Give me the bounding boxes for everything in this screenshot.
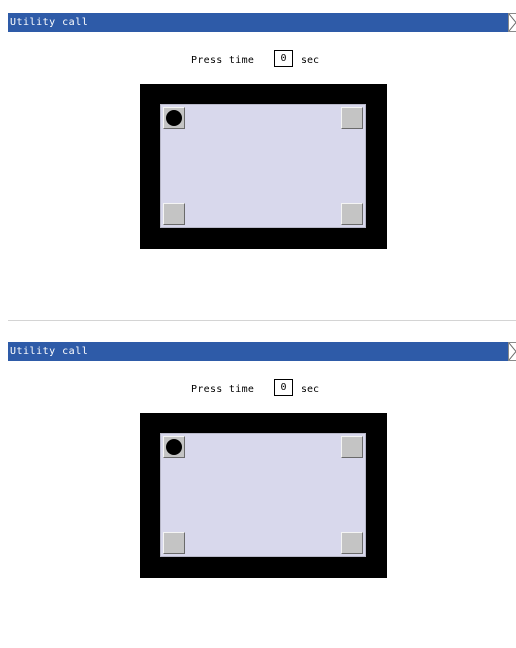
title-bar: Utility call xyxy=(8,13,508,32)
window-title: Utility call xyxy=(10,17,89,28)
touch-panel-screen xyxy=(160,104,366,228)
close-x-icon xyxy=(509,14,516,31)
press-time-unit: sec xyxy=(301,55,320,66)
touch-panel-screen xyxy=(160,433,366,557)
corner-button-top-right[interactable] xyxy=(341,436,363,458)
screen-divider xyxy=(8,320,516,321)
corner-button-bottom-right[interactable] xyxy=(341,203,363,225)
filled-circle-icon xyxy=(166,439,182,455)
corner-button-top-right[interactable] xyxy=(341,107,363,129)
press-time-label: Press time xyxy=(191,384,255,395)
press-time-unit: sec xyxy=(301,384,320,395)
close-button[interactable] xyxy=(508,342,516,361)
press-time-input[interactable]: 0 xyxy=(274,50,293,67)
corner-button-top-left[interactable] xyxy=(163,107,185,129)
title-bar: Utility call xyxy=(8,342,508,361)
corner-button-bottom-left[interactable] xyxy=(163,203,185,225)
utility-call-screen-2: Utility call Press time 0 sec xyxy=(8,342,516,648)
press-time-input[interactable]: 0 xyxy=(274,379,293,396)
utility-call-screen-1: Utility call Press time 0 sec xyxy=(8,13,516,319)
corner-button-bottom-left[interactable] xyxy=(163,532,185,554)
corner-button-top-left[interactable] xyxy=(163,436,185,458)
close-button[interactable] xyxy=(508,13,516,32)
touch-panel-frame xyxy=(140,413,387,578)
press-time-label: Press time xyxy=(191,55,255,66)
close-x-icon xyxy=(509,343,516,360)
corner-button-bottom-right[interactable] xyxy=(341,532,363,554)
filled-circle-icon xyxy=(166,110,182,126)
window-title: Utility call xyxy=(10,346,89,357)
touch-panel-frame xyxy=(140,84,387,249)
